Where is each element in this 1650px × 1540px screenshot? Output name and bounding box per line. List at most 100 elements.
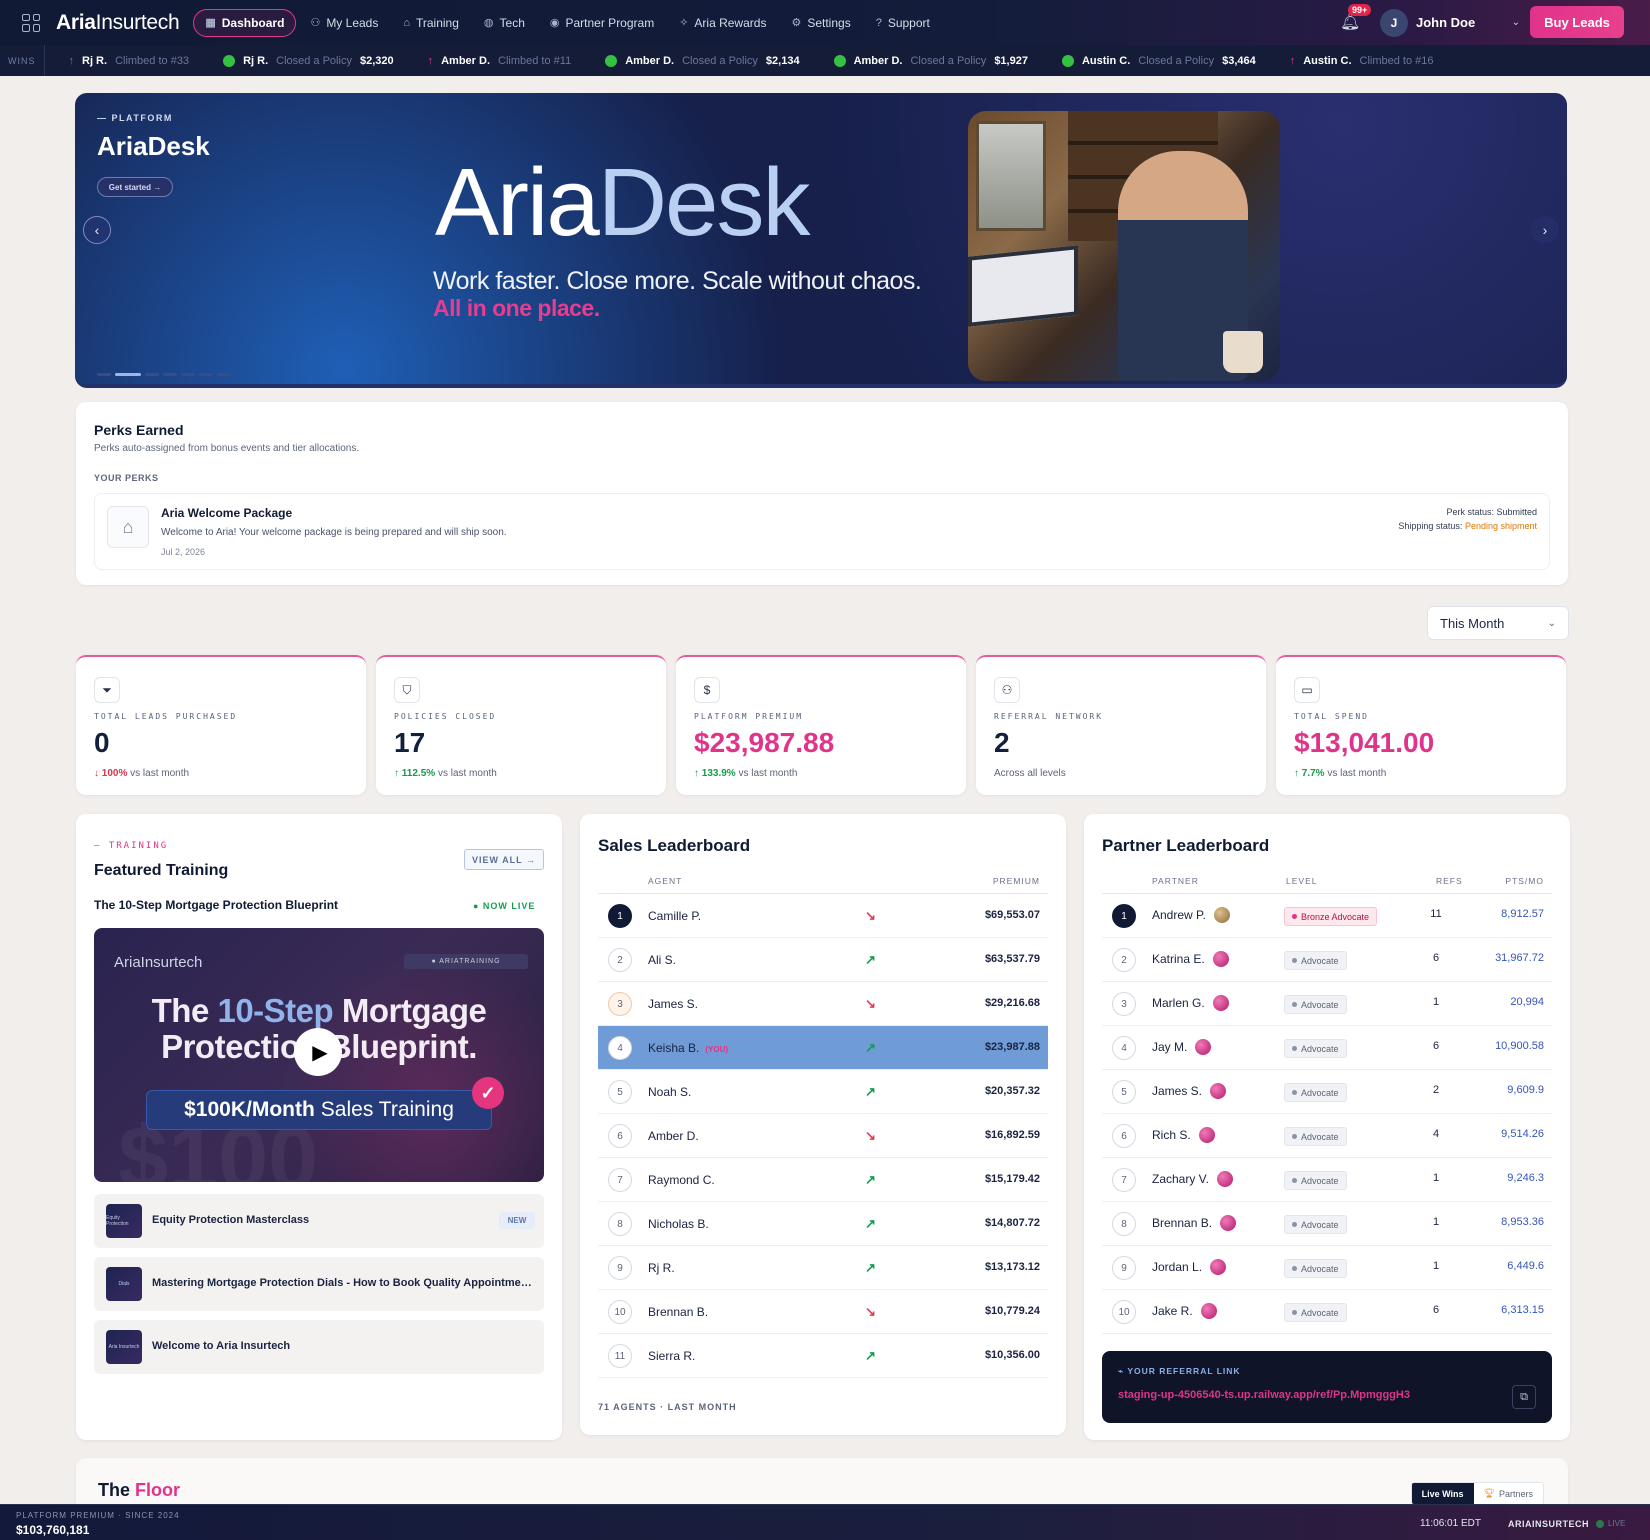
stat-change-value: ↓ 100% [94, 768, 128, 779]
col-refs: REFS [1436, 876, 1463, 886]
buy-leads-button[interactable]: Buy Leads [1530, 6, 1624, 38]
stat-change-suffix: vs last month [1327, 768, 1387, 779]
nav-item-dashboard[interactable]: ▦ Dashboard [193, 8, 297, 37]
nav-item-my-leads[interactable]: ⚇ My Leads [299, 9, 389, 37]
nav-item-support[interactable]: ? Support [865, 9, 941, 37]
view-all-button[interactable]: VIEW ALL → [464, 849, 544, 870]
table-row[interactable]: 7 Zachary V. Advocate 1 9,246.3 [1102, 1158, 1552, 1202]
table-row[interactable]: 7 Raymond C. ↗ $15,179.42 [598, 1158, 1048, 1202]
table-row[interactable]: 4 Jay M. Advocate 6 10,900.58 [1102, 1026, 1552, 1070]
gear-icon: ⚙ [791, 17, 802, 29]
stat-value: 2 [994, 727, 1010, 758]
course-item[interactable]: Equity Protection Equity Protection Maste… [94, 1194, 544, 1248]
nav-item-aria-rewards[interactable]: ✧ Aria Rewards [668, 9, 777, 37]
level-medal-icon [1200, 1303, 1217, 1319]
rank-badge: 3 [1112, 992, 1136, 1016]
chevron-down-icon: ⌄ [1511, 17, 1520, 28]
table-row[interactable]: 11 Sierra R. ↗ $10,356.00 [598, 1334, 1048, 1378]
nav-item-settings[interactable]: ⚙ Settings [780, 9, 861, 37]
carousel-prev-button[interactable]: ‹ [83, 216, 111, 244]
apps-grid-icon[interactable] [22, 13, 40, 32]
nav-item-tech[interactable]: ◍ Tech [473, 9, 536, 37]
copy-icon[interactable]: ⧉ [1512, 1385, 1536, 1409]
stat-card: ⏷ TOTAL LEADS PURCHASED 0 ↓ 100% vs last mo… [76, 655, 366, 795]
carousel-dots [97, 373, 231, 376]
perks-card: Perks Earned Perks auto-assigned from bo… [76, 402, 1568, 585]
table-row[interactable]: 5 James S. Advocate 2 9,609.9 [1102, 1070, 1552, 1114]
you-badge: (YOU) [705, 1045, 729, 1054]
table-row[interactable]: 10 Brennan B. ↘ $10,779.24 [598, 1290, 1048, 1334]
table-row[interactable]: 1 Andrew P. Bronze Advocate 11 8,912.57 [1102, 894, 1552, 938]
table-row[interactable]: 6 Rich S. Advocate 4 9,514.26 [1102, 1114, 1552, 1158]
course-item[interactable]: Aria Insurtech Welcome to Aria Insurtech [94, 1320, 544, 1374]
refs-value: 1 [1432, 996, 1440, 1008]
hero-photo [968, 111, 1280, 381]
perk-description: Welcome to Aria! Your welcome package is… [161, 527, 507, 538]
ticker-item: ↑ Rj R. Climbed to #33 [69, 55, 190, 67]
table-row[interactable]: 9 Jordan L. Advocate 1 6,449.6 [1102, 1246, 1552, 1290]
period-select[interactable]: This Month ⌄ [1427, 606, 1569, 640]
table-row[interactable]: 2 Ali S. ↗ $63,537.79 [598, 938, 1048, 982]
table-row[interactable]: 9 Rj R. ↗ $13,173.12 [598, 1246, 1048, 1290]
referral-url[interactable]: staging-up-4506540-ts.up.railway.app/ref… [1118, 1389, 1410, 1401]
table-row[interactable]: 5 Noah S. ↗ $20,357.32 [598, 1070, 1048, 1114]
get-started-button[interactable]: Get started → [97, 177, 173, 197]
carousel-dot[interactable] [181, 373, 195, 376]
agent-name-text: Raymond C. [648, 1173, 715, 1187]
user-name: John Doe [1416, 15, 1476, 30]
agent-name: Sierra R. [648, 1349, 695, 1363]
carousel-dot[interactable] [115, 373, 141, 376]
hero-subtitle: Work faster. Close more. Scale without c… [433, 267, 922, 295]
carousel-dot[interactable] [163, 373, 177, 376]
points-value: 31,967.72 [1495, 952, 1544, 964]
carousel-dot[interactable] [145, 373, 159, 376]
table-row[interactable]: 2 Katrina E. Advocate 6 31,967.72 [1102, 938, 1552, 982]
perk-item[interactable]: ⌂ Aria Welcome Package Welcome to Aria! … [94, 493, 1550, 570]
nav-item-label: My Leads [326, 15, 379, 30]
carousel-dot[interactable] [97, 373, 111, 376]
featured-video[interactable]: $100 AriaInsurtech ● ARIATRAINING The 10… [94, 928, 544, 1182]
trend-up-icon: ↗ [865, 1348, 876, 1363]
table-row[interactable]: 10 Jake R. Advocate 6 6,313.15 [1102, 1290, 1552, 1334]
table-row[interactable]: 8 Nicholas B. ↗ $14,807.72 [598, 1202, 1048, 1246]
partner-leaderboard: Partner Leaderboard PARTNER LEVEL REFS P… [1084, 814, 1570, 1440]
table-row[interactable]: 6 Amber D. ↘ $16,892.59 [598, 1114, 1048, 1158]
level-medal-icon [1213, 907, 1230, 923]
course-item[interactable]: Dials Mastering Mortgage Protection Dials… [94, 1257, 544, 1311]
level-badge: Advocate [1284, 1083, 1347, 1102]
nav-item-label: Training [416, 15, 459, 30]
nav-item-partner-program[interactable]: ◉ Partner Program [539, 9, 665, 37]
carousel-next-button[interactable]: › [1531, 216, 1559, 244]
table-row[interactable]: 8 Brennan B. Advocate 1 8,953.36 [1102, 1202, 1552, 1246]
carousel-dot[interactable] [217, 373, 231, 376]
nav-item-training[interactable]: ⌂ Training [392, 9, 470, 37]
play-icon[interactable]: ▶ [294, 1028, 342, 1076]
agent-name-text: Camille P. [648, 909, 702, 923]
partner-name-text: Jay M. [1152, 1040, 1188, 1055]
ticker-action: Closed a Policy [682, 54, 758, 67]
tab-partners[interactable]: 🏆︎ Partners [1473, 1483, 1543, 1504]
brand-logo[interactable]: AriaInsurtech [56, 11, 180, 35]
partner-name: Zachary V. [1152, 1171, 1233, 1188]
user-menu[interactable]: J John Doe ⌄ [1380, 8, 1520, 37]
course-thumbnail: Aria Insurtech [106, 1330, 142, 1364]
table-row[interactable]: 4 Keisha B. (YOU) ↗ $23,987.88 [598, 1026, 1048, 1070]
ticker-name: Rj R. [82, 54, 108, 67]
table-row[interactable]: 3 James S. ↘ $29,216.68 [598, 982, 1048, 1026]
stat-value: 0 [94, 727, 110, 758]
trend-up-icon: ↗ [865, 1040, 876, 1055]
premium-value: $15,179.42 [984, 1173, 1040, 1185]
table-row[interactable]: 1 Camille P. ↘ $69,553.07 [598, 894, 1048, 938]
ticker-label: WINS [0, 45, 45, 76]
rank-badge: 9 [608, 1256, 632, 1280]
nav-item-label: Dashboard [221, 15, 285, 30]
carousel-dot[interactable] [199, 373, 213, 376]
col-premium: PREMIUM [992, 876, 1040, 886]
stat-change: ↓ 100% vs last month [94, 768, 189, 779]
table-row[interactable]: 3 Marlen G. Advocate 1 20,994 [1102, 982, 1552, 1026]
tab-live-wins[interactable]: Live Wins [1411, 1483, 1474, 1504]
arrow-up-icon: ↑ [1289, 54, 1296, 67]
stat-change-value: ↑ 7.7% [1294, 768, 1325, 779]
ticker-action: Climbed to #33 [115, 54, 190, 67]
rank-badge: 9 [1112, 1256, 1136, 1280]
